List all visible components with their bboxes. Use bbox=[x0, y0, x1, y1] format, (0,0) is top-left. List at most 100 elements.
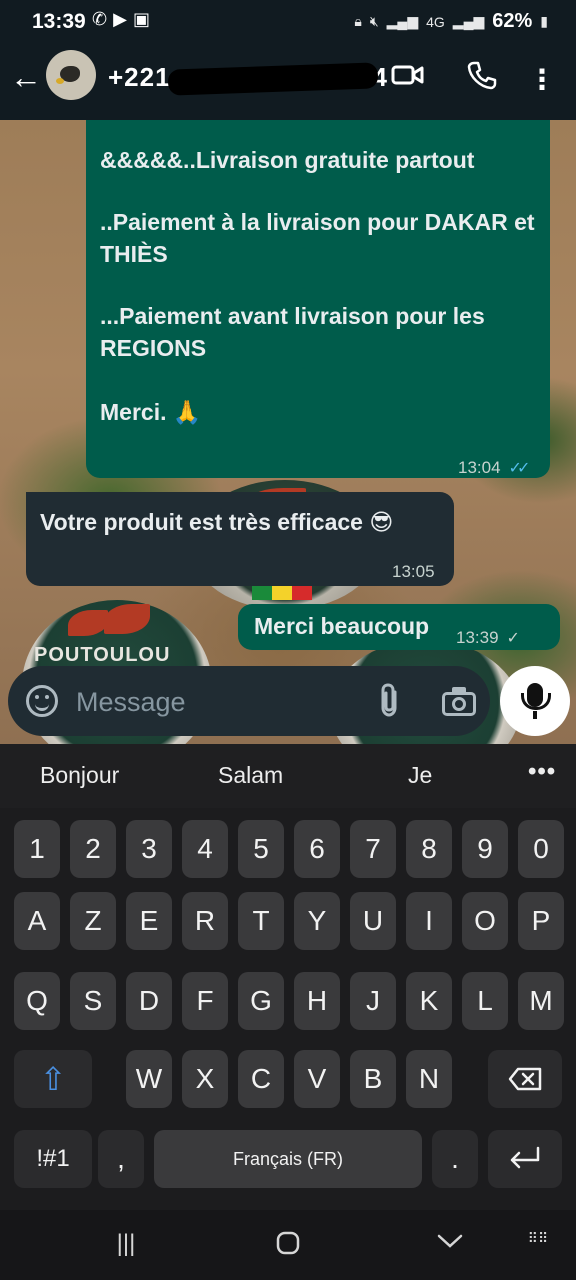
sent-tick-icon: ✓ bbox=[506, 630, 520, 647]
battery-percent: 62% bbox=[492, 10, 533, 32]
key-v[interactable]: V bbox=[294, 1050, 340, 1108]
key-y[interactable]: Y bbox=[294, 892, 340, 950]
key-r[interactable]: R bbox=[182, 892, 228, 950]
key-8[interactable]: 8 bbox=[406, 820, 452, 878]
suggestion-item[interactable]: Bonjour bbox=[40, 762, 119, 789]
message-timestamp: 13:05 bbox=[392, 562, 435, 581]
period-key[interactable]: . bbox=[432, 1130, 478, 1188]
emoji-icon[interactable] bbox=[26, 685, 58, 717]
space-key[interactable]: Français (FR) bbox=[154, 1130, 422, 1188]
whatsapp-notification-icon: ✆ bbox=[92, 9, 108, 29]
shift-arrow-icon: ⇧ bbox=[39, 1061, 67, 1097]
contact-number: +221 bbox=[108, 62, 171, 92]
message-paragraph: ...Paiement avant livraison pour les REG… bbox=[100, 303, 492, 361]
message-bubble-incoming[interactable]: Votre produit est très efficace 😎 13:05 bbox=[26, 492, 454, 586]
key-9[interactable]: 9 bbox=[462, 820, 508, 878]
system-nav-bar: ||| ⠿⠿ bbox=[0, 1210, 576, 1280]
bird-beak bbox=[56, 78, 64, 84]
suggestion-bar: Bonjour Salam Je ••• bbox=[0, 744, 576, 808]
suggestion-item[interactable]: Salam bbox=[218, 762, 283, 789]
shift-key[interactable]: ⇧ bbox=[14, 1050, 92, 1108]
key-4[interactable]: 4 bbox=[182, 820, 228, 878]
key-o[interactable]: O bbox=[462, 892, 508, 950]
back-arrow-icon[interactable]: ← bbox=[10, 60, 44, 94]
contact-avatar[interactable] bbox=[46, 50, 96, 100]
key-q[interactable]: Q bbox=[14, 972, 60, 1030]
attachment-icon[interactable] bbox=[374, 682, 406, 720]
key-i[interactable]: I bbox=[406, 892, 452, 950]
message-bubble-outgoing[interactable]: Merci beaucoup 13:39 ✓ bbox=[238, 604, 560, 650]
key-j[interactable]: J bbox=[350, 972, 396, 1030]
status-bar: 13:39 ✆ ▶ ▣ 🔒︎ 🔇︎ ▂▄▆ 4G ▂▄▆ 62% ▮ bbox=[0, 0, 576, 42]
enter-key[interactable] bbox=[488, 1130, 562, 1188]
lock-icon: 🔒︎ bbox=[354, 13, 362, 29]
key-7[interactable]: 7 bbox=[350, 820, 396, 878]
back-chevron-icon[interactable] bbox=[430, 1230, 470, 1260]
key-z[interactable]: Z bbox=[70, 892, 116, 950]
key-g[interactable]: G bbox=[238, 972, 284, 1030]
wallpaper-brand-text: POUTOULOU bbox=[34, 644, 171, 666]
message-text: Merci beaucoup bbox=[254, 613, 430, 639]
gallery-notification-icon: ▣ bbox=[132, 9, 150, 29]
camera-icon[interactable] bbox=[442, 684, 478, 718]
message-paragraph: &&&&&..Livraison gratuite partout bbox=[100, 147, 475, 173]
message-input[interactable] bbox=[74, 682, 338, 722]
keyboard-hide-icon[interactable]: ⠿⠿ bbox=[518, 1230, 558, 1260]
recent-apps-icon[interactable]: ||| bbox=[106, 1230, 146, 1260]
system-status-icons: 🔒︎ 🔇︎ ▂▄▆ 4G ▂▄▆ 62% ▮ bbox=[354, 10, 548, 33]
key-x[interactable]: X bbox=[182, 1050, 228, 1108]
key-p[interactable]: P bbox=[518, 892, 564, 950]
message-paragraph: ..Paiement à la livraison pour DAKAR et … bbox=[100, 209, 541, 267]
battery-icon: ▮ bbox=[540, 13, 548, 29]
key-k[interactable]: K bbox=[406, 972, 452, 1030]
suggestion-item[interactable]: Je bbox=[408, 762, 432, 789]
microphone-stand bbox=[533, 711, 537, 719]
enter-arrow-icon bbox=[510, 1146, 540, 1169]
key-s[interactable]: S bbox=[70, 972, 116, 1030]
microphone-icon bbox=[521, 683, 551, 710]
key-d[interactable]: D bbox=[126, 972, 172, 1030]
key-u[interactable]: U bbox=[350, 892, 396, 950]
voice-call-icon[interactable] bbox=[462, 60, 502, 100]
key-c[interactable]: C bbox=[238, 1050, 284, 1108]
key-b[interactable]: B bbox=[350, 1050, 396, 1108]
more-options-icon[interactable]: ⋮ bbox=[522, 60, 562, 100]
key-5[interactable]: 5 bbox=[238, 820, 284, 878]
key-h[interactable]: H bbox=[294, 972, 340, 1030]
status-time: 13:39 bbox=[32, 10, 86, 33]
key-l[interactable]: L bbox=[462, 972, 508, 1030]
key-2[interactable]: 2 bbox=[70, 820, 116, 878]
message-text: &&&&&..Livraison gratuite partout ..Paie… bbox=[100, 144, 540, 458]
chat-area[interactable]: POUTOULOU &&&&&..Livraison gratuite part… bbox=[0, 120, 576, 744]
message-paragraph: Merci. 🙏 bbox=[100, 399, 202, 425]
key-3[interactable]: 3 bbox=[126, 820, 172, 878]
key-a[interactable]: A bbox=[14, 892, 60, 950]
message-time: 13:39 ✓ bbox=[456, 622, 520, 655]
read-ticks-icon: ✓✓ bbox=[508, 460, 531, 477]
video-call-icon[interactable] bbox=[388, 60, 428, 100]
message-bubble-outgoing[interactable]: &&&&&..Livraison gratuite partout ..Paie… bbox=[86, 120, 550, 478]
key-w[interactable]: W bbox=[126, 1050, 172, 1108]
key-1[interactable]: 1 bbox=[14, 820, 60, 878]
key-m[interactable]: M bbox=[518, 972, 564, 1030]
key-e[interactable]: E bbox=[126, 892, 172, 950]
key-0[interactable]: 0 bbox=[518, 820, 564, 878]
key-t[interactable]: T bbox=[238, 892, 284, 950]
voice-message-button[interactable] bbox=[500, 666, 570, 736]
home-icon[interactable] bbox=[268, 1230, 308, 1260]
youtube-notification-icon: ▶ bbox=[113, 9, 127, 29]
backspace-key[interactable] bbox=[488, 1050, 562, 1108]
key-n[interactable]: N bbox=[406, 1050, 452, 1108]
key-6[interactable]: 6 bbox=[294, 820, 340, 878]
mute-icon: 🔇︎ bbox=[369, 13, 379, 29]
message-timestamp: 13:39 bbox=[456, 628, 499, 647]
symbols-key[interactable]: !#1 bbox=[14, 1130, 92, 1188]
signal-icon-2: ▂▄▆ bbox=[452, 13, 485, 29]
key-f[interactable]: F bbox=[182, 972, 228, 1030]
camera-icon-lens bbox=[452, 697, 466, 711]
notification-icons: ✆ ▶ ▣ bbox=[92, 9, 150, 30]
more-suggestions-icon[interactable]: ••• bbox=[528, 758, 556, 786]
comma-key[interactable]: , bbox=[98, 1130, 144, 1188]
message-time: 13:04 ✓✓ bbox=[458, 452, 531, 485]
message-timestamp: 13:04 bbox=[458, 458, 501, 477]
